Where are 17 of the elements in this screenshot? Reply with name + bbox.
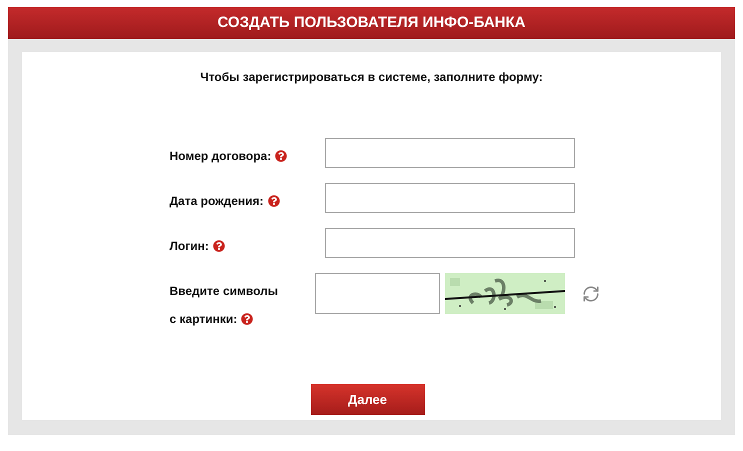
field-label: с картинки: <box>170 312 238 326</box>
help-icon[interactable] <box>212 240 225 252</box>
field-label: Введите символы <box>170 284 278 298</box>
help-icon[interactable] <box>275 150 288 162</box>
next-button[interactable]: Далее <box>310 384 424 415</box>
field-label: Логин: <box>170 239 209 253</box>
refresh-icon[interactable] <box>582 284 600 302</box>
help-icon[interactable] <box>268 195 280 207</box>
intro-text: Чтобы зарегистрироваться в системе, заполните форму: <box>200 69 543 86</box>
header-title: СОЗДАТЬ ПОЛЬЗОВАТЕЛЯ ИНФО-БАНКА <box>217 12 526 33</box>
field-label: Номер договора: <box>170 149 272 163</box>
field-label: Дата рождения: <box>170 194 264 208</box>
input-field[interactable] <box>324 138 574 168</box>
input-field[interactable] <box>324 183 574 213</box>
input-field[interactable] <box>324 228 574 258</box>
help-icon[interactable] <box>241 313 254 325</box>
captcha-field[interactable] <box>314 273 440 314</box>
